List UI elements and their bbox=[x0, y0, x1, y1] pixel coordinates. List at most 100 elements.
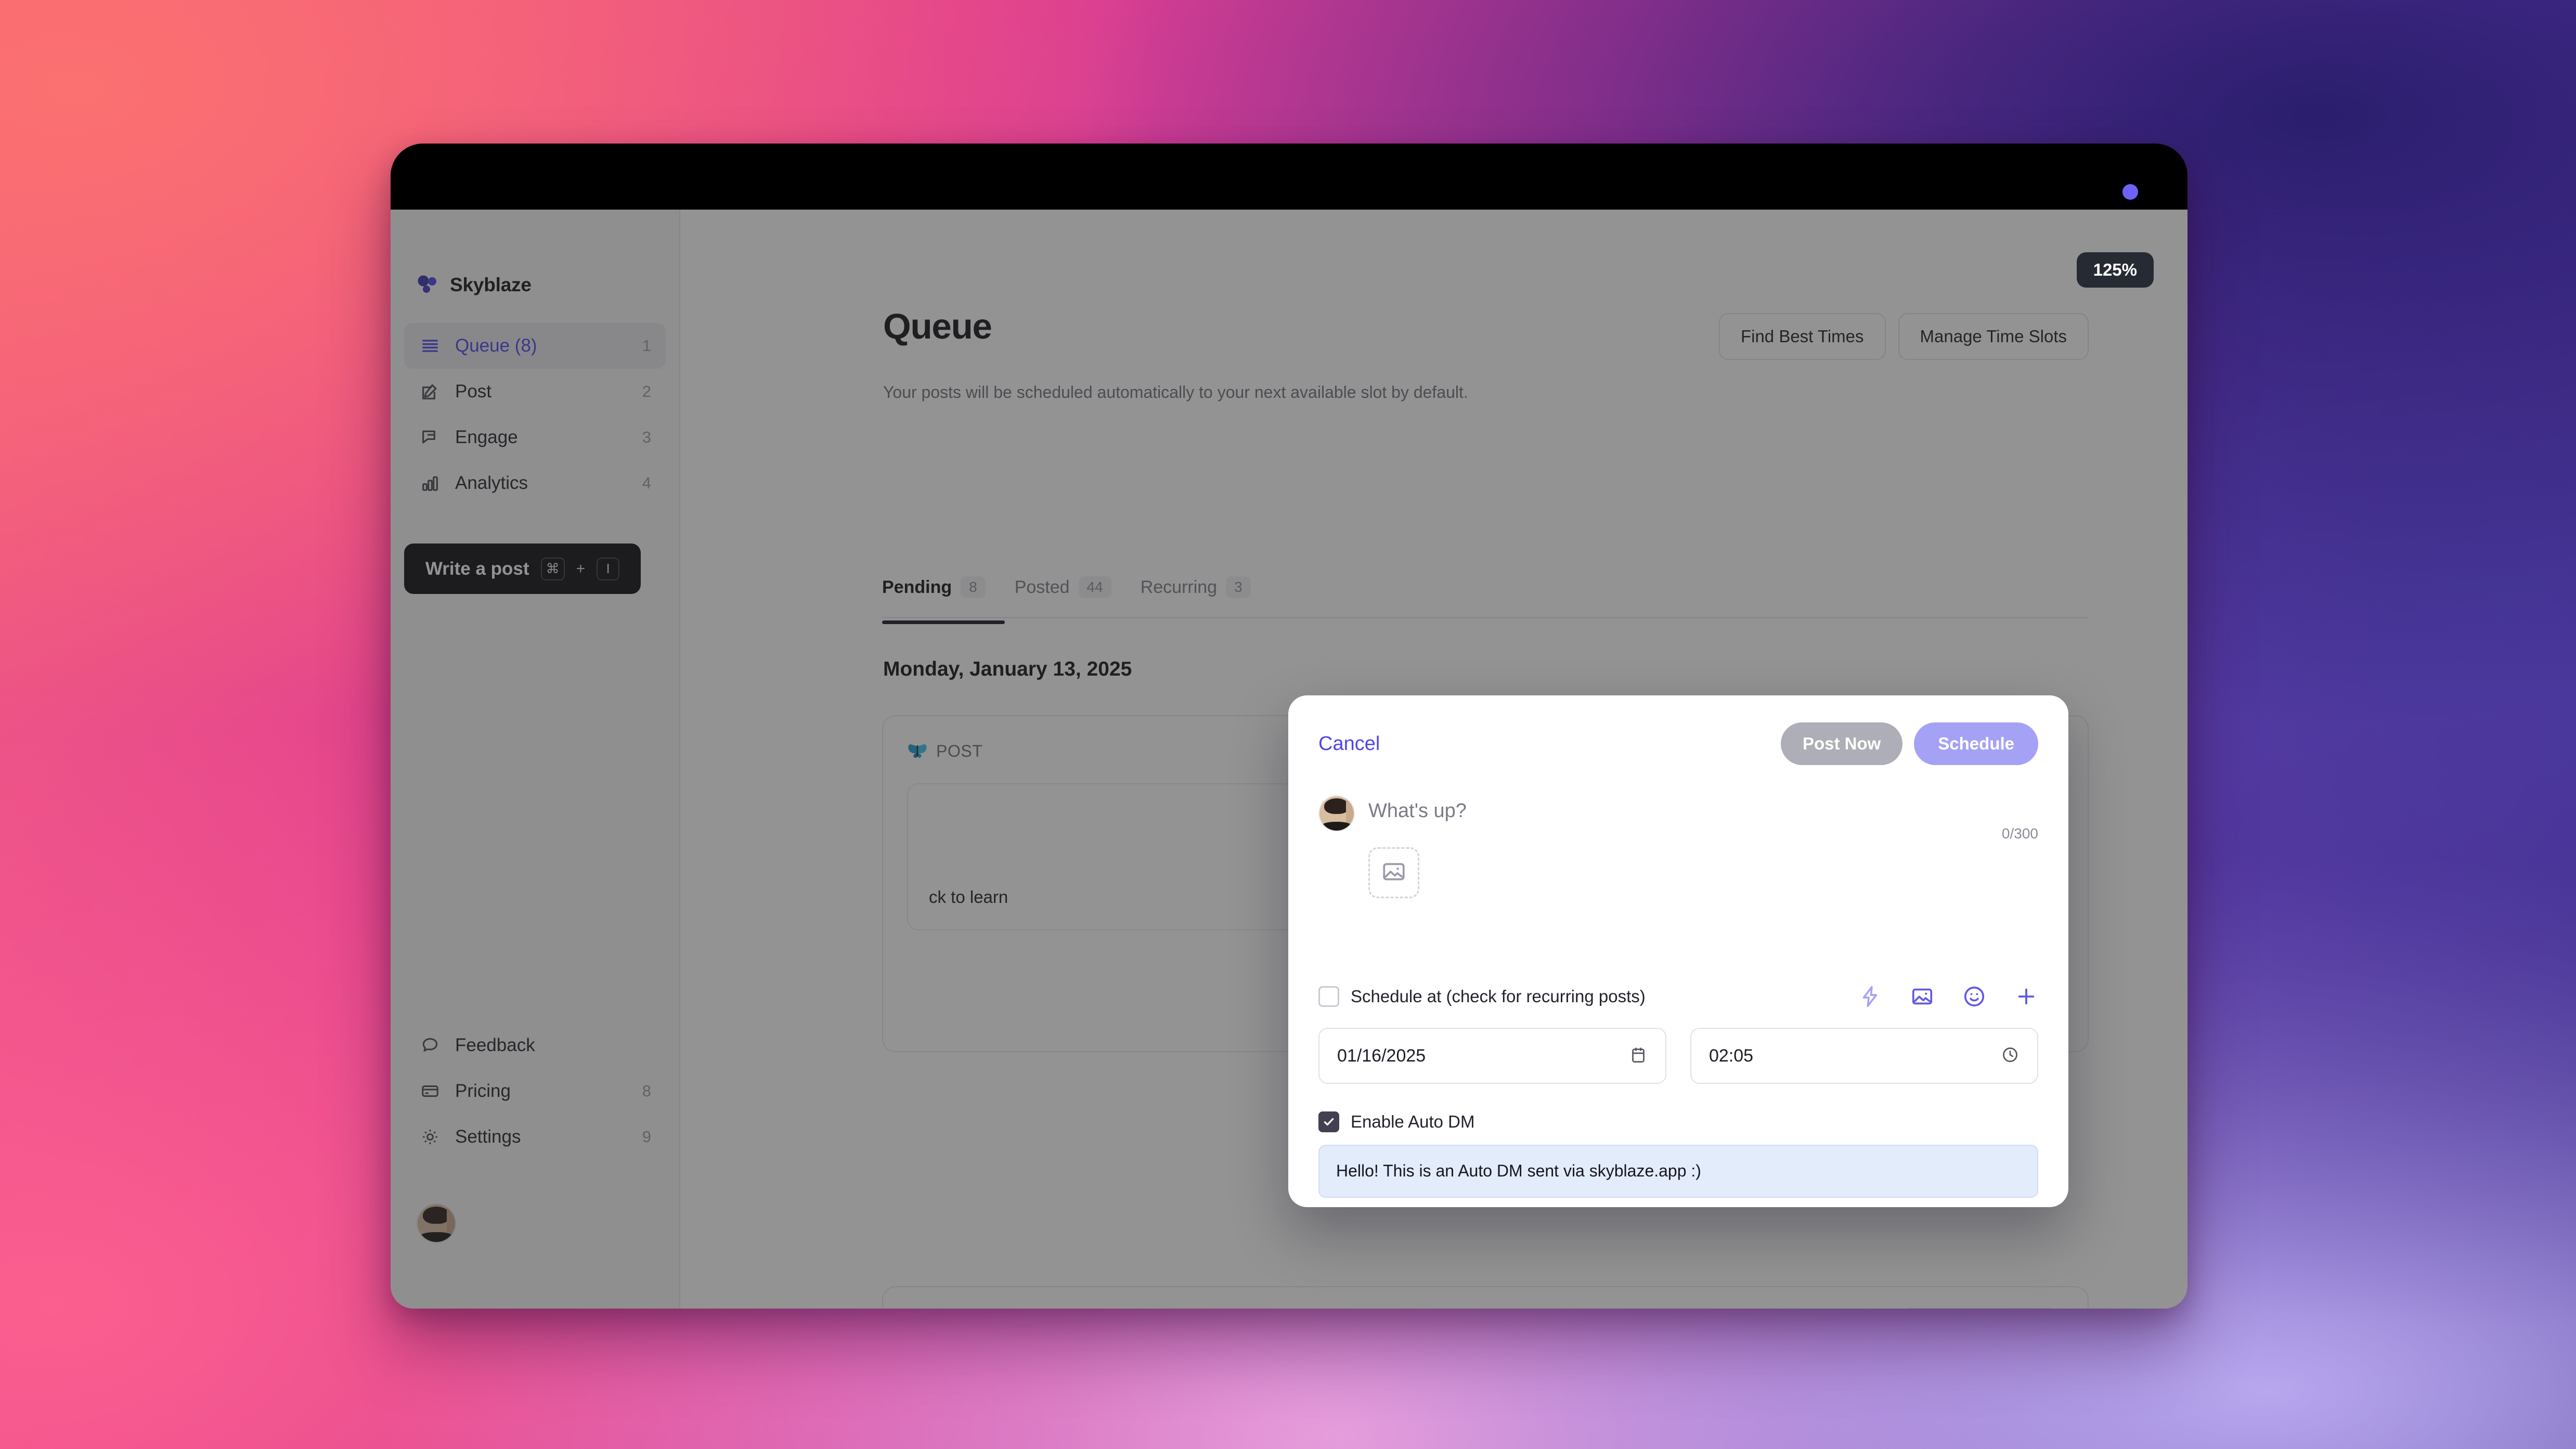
sidebar-item-label: Queue (8) bbox=[455, 335, 537, 356]
sidebar-item-engage[interactable]: Engage 3 bbox=[404, 415, 666, 460]
sidebar-item-shortcut: 1 bbox=[642, 337, 651, 355]
enable-auto-dm-checkbox[interactable]: Enable Auto DM bbox=[1318, 1111, 1474, 1132]
post-text-input[interactable]: What's up? bbox=[1368, 795, 1467, 822]
lightning-bolt-icon[interactable] bbox=[1858, 985, 1882, 1008]
image-icon[interactable] bbox=[1910, 985, 1934, 1008]
sidebar-nav: Queue (8) 1 Post 2 Engage 3 Analytics 4 bbox=[404, 323, 666, 506]
queue-post-card[interactable]: POST Scheduled for: 02:05 William Jin W bbox=[882, 1286, 2089, 1309]
schedule-button[interactable]: Schedule bbox=[1914, 722, 2038, 765]
sidebar-item-shortcut: 3 bbox=[642, 428, 651, 446]
sidebar-item-queue[interactable]: Queue (8) 1 bbox=[404, 323, 666, 369]
header-actions: Find Best Times Manage Time Slots bbox=[1718, 313, 2089, 360]
sidebar-item-label: Pricing bbox=[455, 1081, 511, 1101]
sidebar-item-settings[interactable]: Settings 9 bbox=[404, 1114, 666, 1160]
day-heading: Monday, January 13, 2025 bbox=[883, 658, 1132, 680]
checkbox-box bbox=[1318, 986, 1339, 1007]
tab-label: Posted bbox=[1014, 577, 1070, 597]
kbd-letter-key: I bbox=[597, 557, 620, 580]
sidebar-item-label: Post bbox=[455, 381, 492, 402]
schedule-at-label: Schedule at (check for recurring posts) bbox=[1351, 987, 1646, 1006]
sidebar-item-label: Feedback bbox=[455, 1035, 535, 1055]
active-tab-indicator bbox=[882, 620, 1005, 624]
sidebar-item-label: Engage bbox=[455, 427, 518, 447]
tab-count: 3 bbox=[1226, 576, 1251, 598]
chat-bubble-icon bbox=[419, 427, 442, 448]
sidebar-item-shortcut: 8 bbox=[642, 1082, 651, 1100]
butterfly-icon bbox=[907, 743, 928, 760]
avatar bbox=[1318, 795, 1355, 832]
tab-recurring[interactable]: Recurring 3 bbox=[1141, 576, 1251, 598]
device-frame: Skyblaze Queue (8) 1 Post 2 Engage 3 Ana… bbox=[391, 144, 2187, 1309]
find-best-times-button[interactable]: Find Best Times bbox=[1718, 313, 1886, 360]
tab-count: 44 bbox=[1078, 576, 1111, 598]
auto-dm-message-input[interactable]: Hello! This is an Auto DM sent via skybl… bbox=[1318, 1145, 2038, 1198]
post-now-button[interactable]: Post Now bbox=[1780, 722, 1903, 765]
app-screen: Skyblaze Queue (8) 1 Post 2 Engage 3 Ana… bbox=[391, 210, 2187, 1309]
image-placeholder-icon bbox=[1381, 859, 1407, 887]
character-counter: 0/300 bbox=[2001, 825, 2038, 842]
camera-indicator-icon bbox=[2122, 184, 2138, 200]
page-subtitle: Your posts will be scheduled automatical… bbox=[883, 383, 1468, 402]
brand-name: Skyblaze bbox=[450, 274, 532, 295]
avatar[interactable] bbox=[417, 1204, 456, 1243]
page-title: Queue bbox=[883, 306, 992, 346]
queue-tabs: Pending 8 Posted 44 Recurring 3 bbox=[882, 576, 2089, 618]
cancel-button[interactable]: Cancel bbox=[1318, 733, 1380, 755]
emoji-smiley-icon[interactable] bbox=[1962, 985, 1986, 1008]
plus-icon[interactable] bbox=[2014, 985, 2038, 1008]
clock-icon[interactable] bbox=[2001, 1045, 2020, 1067]
schedule-at-checkbox[interactable]: Schedule at (check for recurring posts) bbox=[1318, 986, 1646, 1007]
credit-card-icon bbox=[419, 1081, 442, 1101]
sidebar-item-shortcut: 2 bbox=[642, 382, 651, 400]
post-source: POST bbox=[907, 742, 983, 761]
page-header: Queue Find Best Times Manage Time Slots bbox=[883, 306, 2089, 360]
gear-icon bbox=[419, 1127, 442, 1147]
enable-auto-dm-label: Enable Auto DM bbox=[1351, 1112, 1475, 1131]
tab-label: Recurring bbox=[1140, 577, 1218, 597]
chat-bubble-icon bbox=[419, 1036, 442, 1055]
modal-header: Cancel Post Now Schedule bbox=[1288, 695, 2068, 792]
brand: Skyblaze bbox=[416, 273, 532, 297]
checkbox-box bbox=[1318, 1111, 1339, 1132]
write-post-label: Write a post bbox=[425, 558, 529, 579]
tab-pending[interactable]: Pending 8 bbox=[882, 576, 986, 598]
kbd-plus: + bbox=[576, 560, 586, 577]
date-value: 01/16/2025 bbox=[1337, 1045, 1426, 1066]
queue-list-icon bbox=[419, 335, 442, 356]
bar-chart-icon bbox=[419, 473, 442, 494]
skyblaze-logo-icon bbox=[416, 273, 439, 297]
composer-row: What's up? bbox=[1318, 795, 2038, 832]
sidebar-item-post[interactable]: Post 2 bbox=[404, 369, 666, 415]
time-input[interactable]: 02:05 bbox=[1690, 1028, 2038, 1084]
write-a-post-button[interactable]: Write a post ⌘ + I bbox=[404, 544, 641, 594]
sidebar-item-shortcut: 9 bbox=[642, 1128, 651, 1146]
manage-time-slots-button[interactable]: Manage Time Slots bbox=[1898, 313, 2089, 360]
sidebar-item-shortcut: 4 bbox=[642, 474, 651, 492]
tab-posted[interactable]: Posted 44 bbox=[1015, 576, 1111, 598]
sidebar: Skyblaze Queue (8) 1 Post 2 Engage 3 Ana… bbox=[391, 210, 680, 1309]
kbd-command-key: ⌘ bbox=[540, 557, 565, 580]
schedule-fields: 01/16/2025 02:05 bbox=[1318, 1028, 2038, 1084]
calendar-icon[interactable] bbox=[1629, 1045, 1648, 1067]
composer-toolbar bbox=[1858, 985, 2038, 1008]
post-source-label: POST bbox=[936, 742, 983, 760]
sidebar-item-label: Settings bbox=[455, 1127, 521, 1147]
sidebar-bottom-nav: Feedback Pricing 8 Settings 9 bbox=[404, 1023, 666, 1160]
compose-post-modal: Cancel Post Now Schedule What's up? 0/30… bbox=[1288, 695, 2068, 1207]
status-badge: Scheduled for: 02:05 bbox=[1895, 1308, 2064, 1309]
sidebar-item-feedback[interactable]: Feedback bbox=[404, 1023, 666, 1068]
tab-label: Pending bbox=[882, 577, 952, 597]
schedule-at-row: Schedule at (check for recurring posts) bbox=[1318, 985, 2038, 1008]
media-upload-dropzone[interactable] bbox=[1368, 847, 1419, 898]
tab-count: 8 bbox=[961, 576, 986, 598]
sidebar-item-analytics[interactable]: Analytics 4 bbox=[404, 460, 666, 506]
pencil-square-icon bbox=[419, 381, 442, 402]
sidebar-item-pricing[interactable]: Pricing 8 bbox=[404, 1068, 666, 1114]
modal-header-actions: Post Now Schedule bbox=[1780, 722, 2038, 765]
composer: What's up? 0/300 bbox=[1318, 795, 2038, 898]
zoom-level-badge: 125% bbox=[2076, 252, 2154, 288]
sidebar-item-label: Analytics bbox=[455, 473, 528, 493]
date-input[interactable]: 01/16/2025 bbox=[1318, 1028, 1666, 1084]
time-value: 02:05 bbox=[1709, 1045, 1754, 1066]
post-card-header: POST Scheduled for: 02:05 bbox=[907, 1308, 2064, 1309]
